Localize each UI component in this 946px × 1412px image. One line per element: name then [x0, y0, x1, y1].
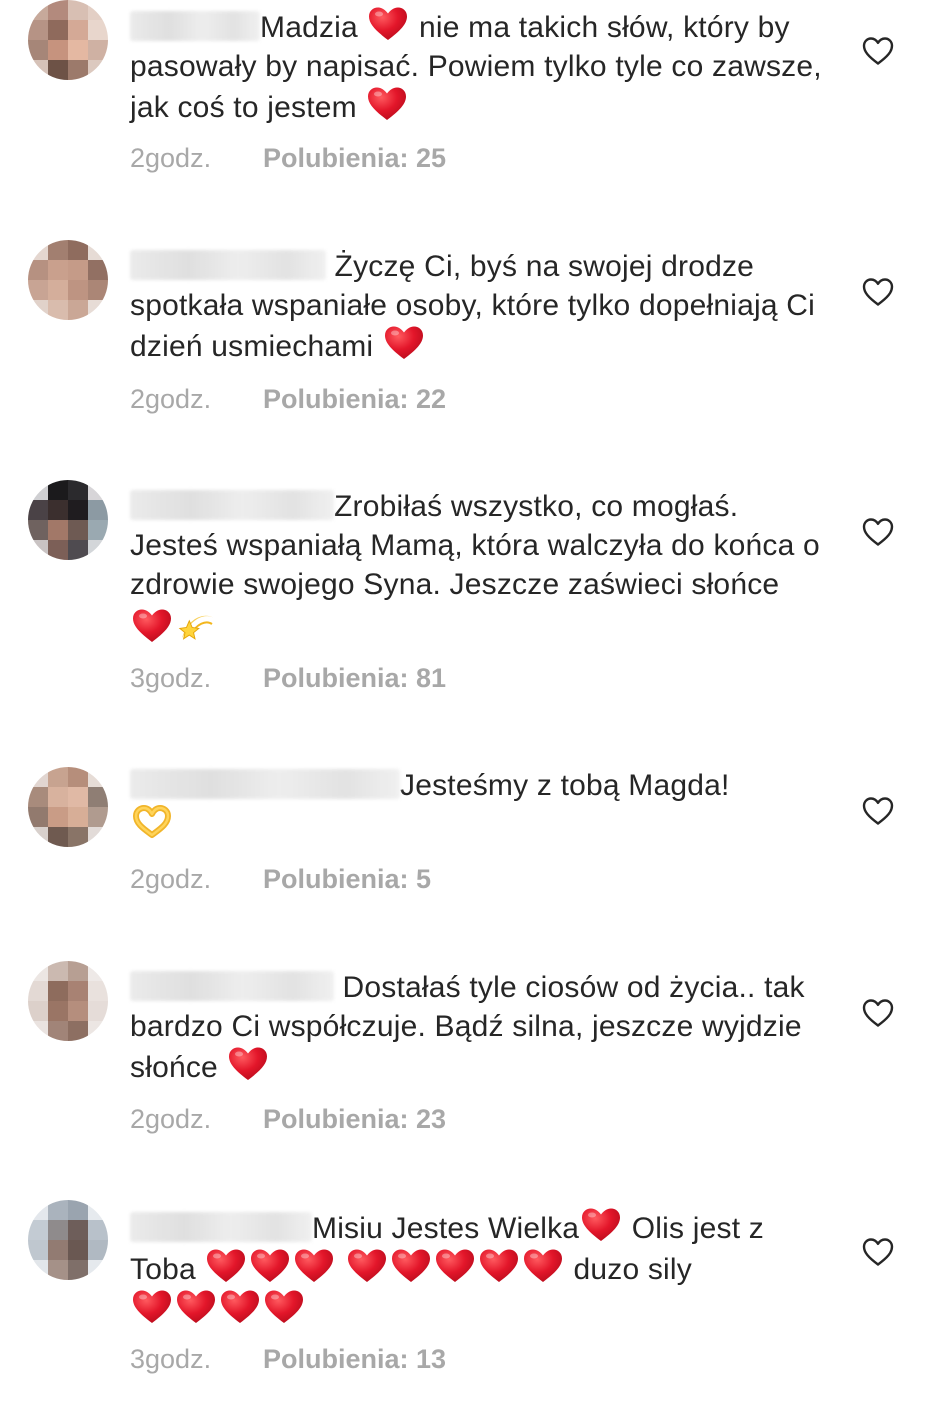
- username-blurred[interactable]: [130, 1212, 312, 1242]
- comment-text: Misiu Jestes Wielka Olis jest z Toba duz…: [130, 1207, 830, 1330]
- red-heart-emoji: [368, 6, 408, 42]
- red-heart-emoji: [347, 1248, 387, 1284]
- username-blurred[interactable]: [130, 490, 334, 520]
- red-heart-emoji: [220, 1289, 260, 1325]
- red-heart-emoji: [294, 1248, 334, 1284]
- avatar[interactable]: [28, 0, 108, 80]
- avatar[interactable]: [28, 1200, 108, 1280]
- dizzy-star-emoji: [178, 615, 214, 640]
- comment-meta: 2godz. Polubienia: 23: [130, 1104, 446, 1135]
- heart-outline-icon[interactable]: [862, 36, 894, 66]
- username-blurred[interactable]: [130, 769, 400, 799]
- heart-outline-icon[interactable]: [862, 277, 894, 307]
- username-blurred[interactable]: [130, 971, 334, 1001]
- comment-text-part: Madzia: [260, 11, 367, 44]
- red-heart-emoji: [391, 1248, 431, 1284]
- avatar[interactable]: [28, 480, 108, 560]
- heart-outline-icon[interactable]: [862, 517, 894, 547]
- comment-meta: 2godz. Polubienia: 5: [130, 864, 431, 895]
- comment-text-part: Jesteśmy z tobą Magda!: [400, 769, 730, 802]
- red-heart-emoji: [206, 1248, 246, 1284]
- comment-text-part: Misiu Jestes Wielka: [312, 1212, 580, 1245]
- comment-time: 2godz.: [130, 384, 212, 414]
- comment-text: Jesteśmy z tobą Magda!: [130, 766, 830, 844]
- comment-time: 2godz.: [130, 1104, 212, 1134]
- red-heart-emoji: [581, 1207, 621, 1243]
- red-heart-emoji: [132, 1289, 172, 1325]
- avatar[interactable]: [28, 961, 108, 1041]
- comment-text-part: duzo sily: [564, 1253, 692, 1286]
- red-heart-emoji: [176, 1289, 216, 1325]
- likes-count[interactable]: Polubienia: 81: [263, 663, 446, 693]
- red-heart-emoji: [435, 1248, 475, 1284]
- likes-count[interactable]: Polubienia: 25: [263, 143, 446, 173]
- red-heart-emoji: [523, 1248, 563, 1284]
- username-blurred[interactable]: [130, 250, 326, 280]
- red-heart-emoji: [479, 1248, 519, 1284]
- comment-text: Madzia nie ma takich słów, który by paso…: [130, 6, 830, 127]
- likes-count[interactable]: Polubienia: 23: [263, 1104, 446, 1134]
- red-heart-emoji: [384, 325, 424, 361]
- red-heart-emoji: [367, 86, 407, 122]
- username-blurred[interactable]: [130, 11, 260, 41]
- heart-outline-icon[interactable]: [862, 998, 894, 1028]
- red-heart-emoji: [132, 608, 172, 644]
- likes-count[interactable]: Polubienia: 5: [263, 864, 431, 894]
- comment-text: Zrobiłaś wszystko, co mogłaś. Jesteś wsp…: [130, 487, 830, 649]
- comment-time: 2godz.: [130, 864, 212, 894]
- comment-time: 3godz.: [130, 1344, 212, 1374]
- avatar[interactable]: [28, 767, 108, 847]
- likes-count[interactable]: Polubienia: 22: [263, 384, 446, 414]
- comment-time: 3godz.: [130, 663, 212, 693]
- comment-text: Dostałaś tyle ciosów od życia.. tak bard…: [130, 968, 830, 1087]
- comment-meta: 2godz. Polubienia: 22: [130, 384, 446, 415]
- comment-meta: 3godz. Polubienia: 81: [130, 663, 446, 694]
- red-heart-emoji: [264, 1289, 304, 1325]
- comment-time: 2godz.: [130, 143, 212, 173]
- heart-outline-icon[interactable]: [862, 1237, 894, 1267]
- comment-meta: 3godz. Polubienia: 13: [130, 1344, 446, 1375]
- heart-outline-icon[interactable]: [862, 796, 894, 826]
- comment-text: Życzę Ci, byś na swojej drodze spotkała …: [130, 247, 830, 366]
- likes-count[interactable]: Polubienia: 13: [263, 1344, 446, 1374]
- red-heart-emoji: [250, 1248, 290, 1284]
- avatar[interactable]: [28, 240, 108, 320]
- comment-meta: 2godz. Polubienia: 25: [130, 143, 446, 174]
- red-heart-emoji: [228, 1046, 268, 1082]
- heart-hands-emoji: [133, 805, 171, 838]
